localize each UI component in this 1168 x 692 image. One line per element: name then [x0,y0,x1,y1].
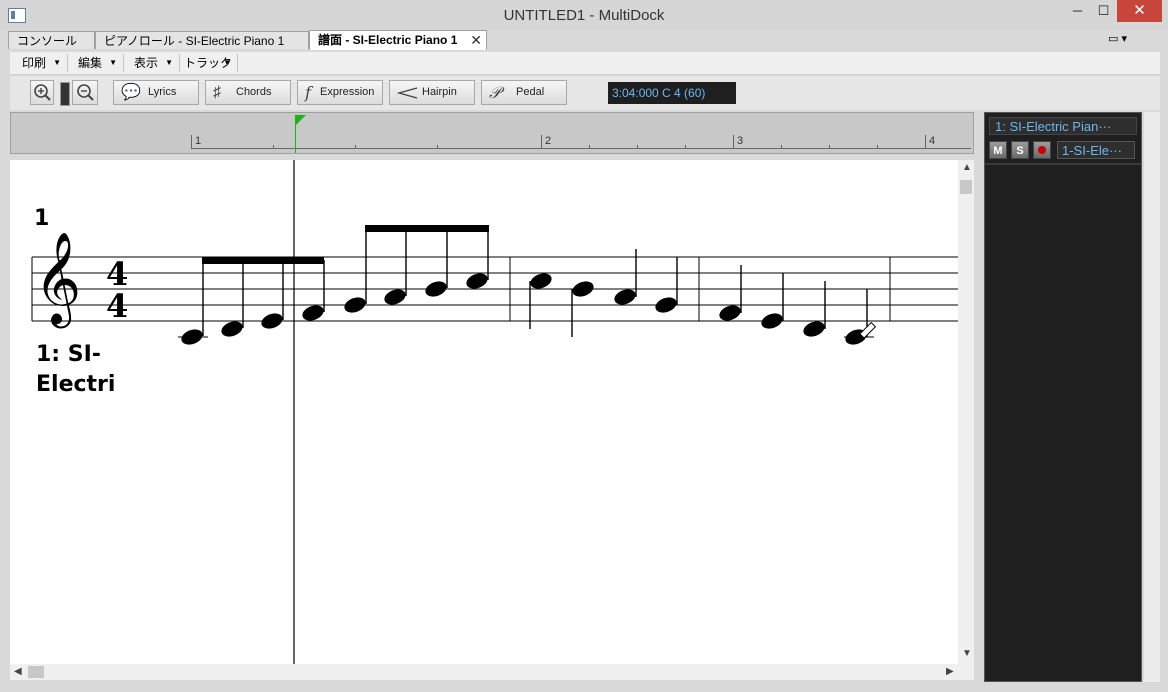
ruler-bar-number: 2 [545,135,552,147]
ruler-tick [733,135,734,149]
track-name-field[interactable]: 1: SI-Electric Pian··· [989,117,1137,135]
menu-edit[interactable]: 編集 ▼ [68,54,124,72]
minimize-button[interactable]: ─ [1065,0,1090,22]
note-group-measure-3 [719,265,868,345]
staff-lines [31,256,958,322]
ruler-tick [355,145,356,149]
score-canvas[interactable]: 1 𝄞 4 4 1: SI-Electri [10,160,958,664]
scroll-right-icon[interactable]: ▶ [946,666,954,677]
vertical-scrollbar[interactable]: ▲ ▼ [958,160,974,664]
panel-divider [985,163,1141,165]
time-position-display: 3:04:000 C 4 (60) [608,82,736,104]
hairpin-button[interactable]: Hairpin [389,80,475,105]
menu-label: 表示 [134,56,159,70]
lyrics-icon: 💬 [121,84,141,101]
note-group-measure-1b [344,225,489,313]
view-menu-bar: 印刷 ▼ 編集 ▼ 表示 ▼ トラック ▼ [10,52,1160,75]
zoom-in-icon [34,84,51,101]
lyrics-label: Lyrics [148,86,177,98]
ruler-tick [781,145,782,149]
playhead-flag-icon[interactable] [296,115,306,125]
scroll-up-icon[interactable]: ▲ [962,162,972,173]
pedal-icon: 𝒫 [489,83,501,102]
menu-track[interactable]: トラック ▼ [180,54,238,72]
forte-icon: f [305,83,311,102]
tab-label: コンソール [17,34,78,48]
note-group-measure-2 [529,249,678,337]
ruler-bar-number: 4 [929,135,936,147]
track-inspector-panel: 1: SI-Electric Pian··· M S 1-SI-Ele··· [984,112,1142,682]
ruler-tick [273,145,274,149]
maximize-button[interactable]: ☐ [1090,0,1117,22]
menu-label: 印刷 [22,56,47,70]
dropdown-arrow-icon: ▼ [223,58,231,67]
scroll-down-icon[interactable]: ▼ [962,648,972,659]
ruler-tick [685,145,686,149]
window-title: UNTITLED1 - MultiDock [503,7,665,24]
ruler-tick [925,135,926,149]
zoom-out-button[interactable] [72,80,98,105]
dropdown-arrow-icon: ▼ [109,58,117,67]
hairpin-label: Hairpin [422,86,457,98]
ruler-tick [541,135,542,149]
ruler-tick [877,145,878,149]
expression-label: Expression [320,86,375,98]
tab-piano-roll[interactable]: ピアノロール - SI-Electric Piano 1 [95,31,309,49]
solo-button[interactable]: S [1011,141,1029,159]
vertical-scroll-thumb[interactable] [960,180,972,194]
ruler-tick [191,135,192,149]
lyrics-button[interactable]: 💬 Lyrics [113,80,199,105]
expression-button[interactable]: f Expression [297,80,383,105]
tab-menu-icon[interactable]: ▭ ▾ [1108,32,1127,45]
ruler-tick [637,145,638,149]
scroll-left-icon[interactable]: ◀ [14,666,22,677]
tab-score[interactable]: 譜面 - SI-Electric Piano 1 ✕ [309,30,487,50]
menu-label: 編集 [78,56,103,70]
menu-print[interactable]: 印刷 ▼ [10,54,68,72]
toolbar: 💬 Lyrics ♯ Chords f Expression Hairpin 𝒫… [10,76,1160,110]
close-tab-icon[interactable]: ✕ [470,31,482,49]
tab-label: ピアノロール - SI-Electric Piano 1 [104,34,285,48]
ruler-tick [589,145,590,149]
chords-icon: ♯ [213,84,221,101]
menu-view[interactable]: 表示 ▼ [124,54,180,72]
horizontal-scroll-thumb[interactable] [28,666,44,678]
chords-button[interactable]: ♯ Chords [205,80,291,105]
time-ruler[interactable]: 1 2 3 4 [10,112,974,154]
note-group-measure-1a [181,257,325,345]
close-button[interactable]: ✕ [1117,0,1162,22]
hairpin-icon [397,87,418,99]
pedal-button[interactable]: 𝒫 Pedal [481,80,567,105]
pedal-label: Pedal [516,86,545,98]
mute-button[interactable]: M [989,141,1007,159]
ruler-bar-number: 3 [737,135,744,147]
dropdown-arrow-icon: ▼ [53,58,61,67]
horizontal-scrollbar[interactable]: ◀ ▶ [10,664,974,680]
ruler-tick [829,145,830,149]
ruler-bar-number: 1 [195,135,202,147]
zoom-in-button[interactable] [30,80,54,105]
record-icon [1038,146,1046,154]
chords-label: Chords [236,86,272,98]
zoom-out-icon [77,84,94,101]
ruler-baseline [191,148,971,149]
ruler-tick [437,145,438,149]
zoom-slider[interactable] [60,82,70,106]
record-button[interactable] [1033,141,1051,159]
dropdown-arrow-icon: ▼ [165,58,173,67]
tab-bar: コンソール ピアノロール - SI-Electric Piano 1 譜面 - … [8,30,1160,50]
tab-console[interactable]: コンソール [8,31,95,49]
score-notation [31,160,958,664]
panel-scrollbar[interactable] [1144,112,1160,682]
title-bar: UNTITLED1 - MultiDock ─ ☐ ✕ [0,0,1168,30]
tab-label: 譜面 - SI-Electric Piano 1 [318,33,458,47]
track-output-field[interactable]: 1-SI-Ele··· [1057,141,1135,159]
